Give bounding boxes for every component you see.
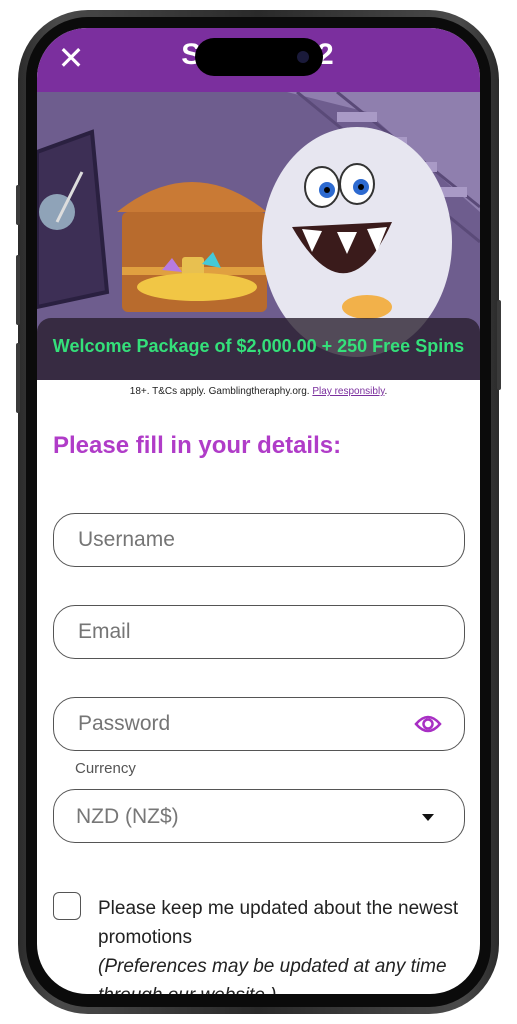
play-responsibly-link[interactable]: Play responsibly — [312, 386, 384, 397]
phone-volume-up-button — [16, 255, 20, 325]
currency-value: NZD (NZ$) — [76, 805, 179, 828]
newsletter-label: Please keep me updated about the newest … — [98, 898, 459, 948]
promo-strip: Welcome Package of $2,000.00 + 250 Free … — [37, 318, 480, 380]
promo-banner: Welcome Package of $2,000.00 + 250 Free … — [37, 92, 480, 380]
password-input[interactable] — [76, 711, 410, 737]
phone-power-button — [497, 300, 501, 390]
disclaimer-suffix: . — [384, 386, 388, 397]
promo-text: Welcome Package of $2,000.00 + 250 Free … — [52, 336, 465, 356]
email-input[interactable] — [76, 619, 410, 645]
dynamic-island — [195, 38, 323, 76]
show-password-eye-icon[interactable] — [414, 713, 442, 735]
chevron-down-icon[interactable] — [422, 814, 434, 821]
phone-volume-down-button — [16, 343, 20, 413]
camera-icon — [297, 51, 309, 63]
newsletter-note: (Preferences may be updated at any time … — [98, 956, 447, 994]
currency-label: Currency — [75, 760, 136, 777]
form-title: Please fill in your details: — [53, 432, 342, 459]
phone-action-button — [16, 185, 20, 225]
username-input[interactable] — [76, 527, 410, 553]
disclaimer: 18+. T&Cs apply. Gamblingtheraphy.org. P… — [37, 386, 480, 397]
currency-select[interactable]: NZD (NZ$) — [53, 789, 465, 843]
email-field[interactable] — [53, 605, 465, 659]
app-screen: ✕ S 2 Welcome Package of $2,000.00 + 250… — [37, 28, 480, 994]
username-field[interactable] — [53, 513, 465, 567]
newsletter-checkbox[interactable] — [53, 892, 81, 920]
disclaimer-text: 18+. T&Cs apply. Gamblingtheraphy.org. — [129, 386, 310, 397]
password-field[interactable] — [53, 697, 465, 751]
